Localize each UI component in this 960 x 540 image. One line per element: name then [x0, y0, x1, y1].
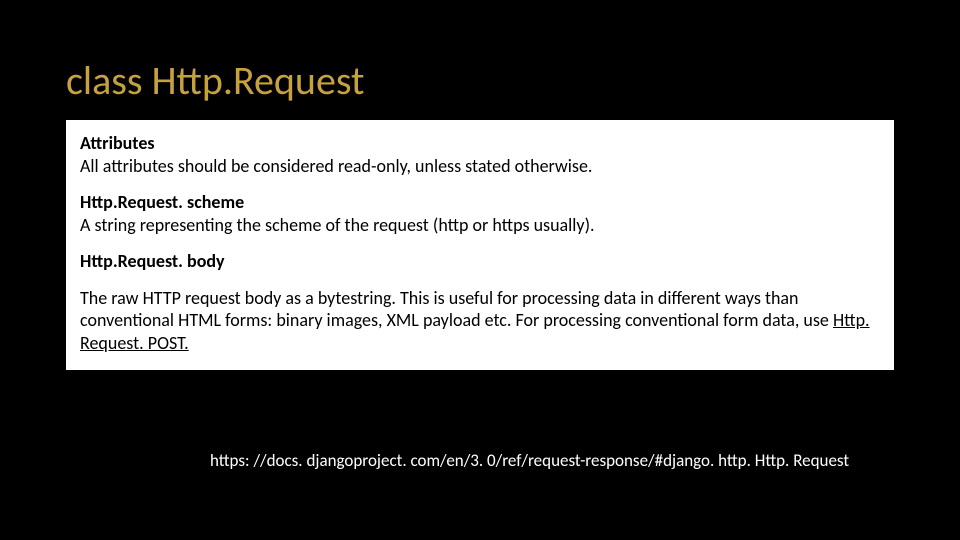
- body-text-block: The raw HTTP request body as a bytestrin…: [80, 287, 880, 355]
- attributes-heading: Attributes: [80, 132, 155, 154]
- attributes-text: All attributes should be considered read…: [80, 155, 592, 177]
- body-text-1: The raw HTTP request body as a bytestrin…: [80, 287, 833, 332]
- scheme-block: Http.Request. scheme A string representi…: [80, 191, 880, 236]
- scheme-heading: Http.Request. scheme: [80, 191, 244, 213]
- body-heading: Http.Request. body: [80, 250, 225, 272]
- content-box: Attributes All attributes should be cons…: [66, 120, 894, 370]
- scheme-text: A string representing the scheme of the …: [80, 214, 595, 236]
- footer-url[interactable]: https: //docs. djangoproject. com/en/3. …: [210, 450, 849, 471]
- page-title: class Http.Request: [66, 56, 364, 105]
- body-heading-block: Http.Request. body: [80, 250, 880, 273]
- attributes-block: Attributes All attributes should be cons…: [80, 132, 880, 177]
- slide: class Http.Request Attributes All attrib…: [0, 0, 960, 540]
